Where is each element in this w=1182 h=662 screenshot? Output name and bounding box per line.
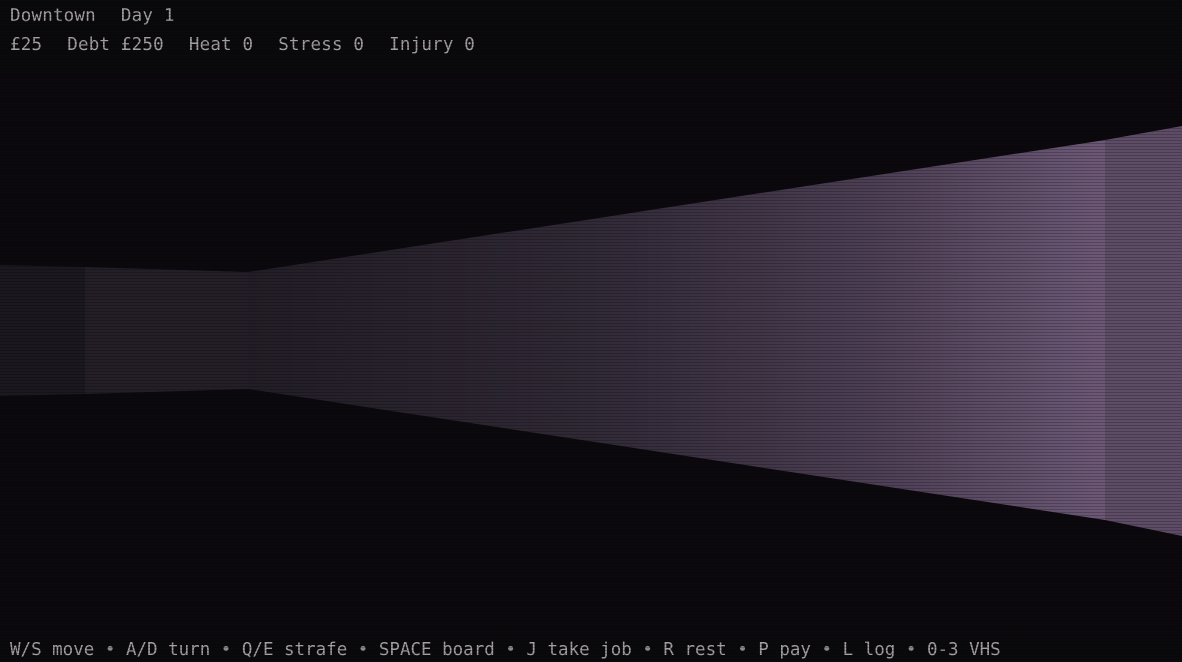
controls-hint: W/S move • A/D turn • Q/E strafe • SPACE… bbox=[10, 640, 1001, 660]
stress-value: Stress 0 bbox=[278, 35, 365, 55]
control-take-job: J take job bbox=[526, 640, 632, 660]
game-screen[interactable]: Downtown Day 1 £25 Debt £250 Heat 0 Stress 0… bbox=[0, 0, 1182, 662]
separator-dot: • bbox=[821, 640, 833, 660]
near-wall-segment bbox=[1105, 126, 1182, 536]
control-move: W/S move bbox=[10, 640, 95, 660]
separator-dot: • bbox=[505, 640, 516, 660]
location-line: Downtown Day 1 bbox=[10, 6, 175, 26]
separator-dot: • bbox=[357, 640, 369, 660]
3d-viewport[interactable] bbox=[0, 72, 1182, 637]
control-rest: R rest bbox=[663, 640, 727, 660]
separator-dot: • bbox=[104, 640, 116, 660]
far-wall-center bbox=[85, 267, 248, 394]
location-label: Downtown bbox=[10, 6, 96, 26]
separator-dot: • bbox=[220, 640, 232, 660]
corridor-render bbox=[0, 72, 1182, 637]
far-wall-left bbox=[0, 265, 85, 396]
debt-value: Debt £250 bbox=[67, 35, 164, 55]
control-turn: A/D turn bbox=[125, 640, 211, 660]
heat-value: Heat 0 bbox=[188, 35, 254, 55]
separator-dot: • bbox=[642, 640, 653, 660]
separator-dot: • bbox=[905, 640, 917, 660]
separator-dot: • bbox=[737, 640, 748, 660]
control-board: SPACE board bbox=[378, 640, 495, 660]
money-value: £25 bbox=[10, 35, 43, 55]
control-strafe: Q/E strafe bbox=[241, 640, 348, 660]
day-label: Day 1 bbox=[120, 6, 175, 26]
control-pay: P pay bbox=[758, 640, 811, 660]
status-hud: Downtown Day 1 £25 Debt £250 Heat 0 Stress 0… bbox=[0, 0, 1182, 72]
controls-bar: W/S move • A/D turn • Q/E strafe • SPACE… bbox=[0, 637, 1182, 662]
control-log: L log bbox=[842, 640, 896, 660]
control-vhs: 0-3 VHS bbox=[926, 640, 1001, 660]
stats-line: £25 Debt £250 Heat 0 Stress 0 Injury 0 bbox=[10, 35, 475, 55]
injury-value: Injury 0 bbox=[389, 35, 476, 55]
